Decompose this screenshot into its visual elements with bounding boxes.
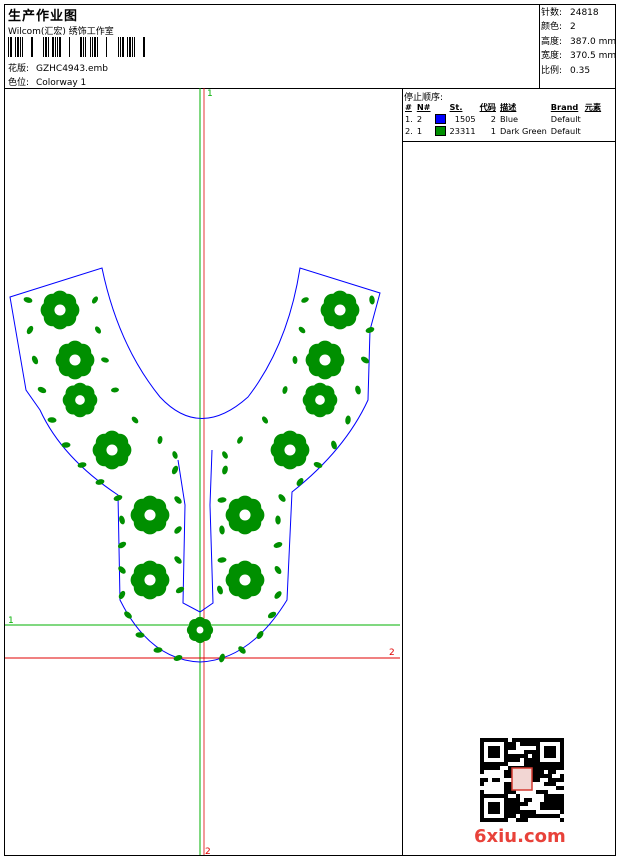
stat-height: 高度: 387.0 mm	[541, 36, 617, 47]
stats-panel: 针数: 24818 颜色: 2 高度: 387.0 mm 宽度: 370.5 mm 比例…	[541, 6, 616, 78]
qr-code-icon	[478, 738, 566, 822]
design-file-row: 花版: GZHC4943.emb	[8, 61, 108, 74]
colorway-row: 色位: Colorway 1	[8, 75, 86, 88]
color-swatch-green	[434, 126, 446, 137]
col-brand: Brand	[550, 102, 579, 112]
axis-label-right: 2	[389, 648, 395, 658]
table-row: 2. 1 23311 1 Dark Green Default	[405, 126, 581, 137]
color-table: # N# St. 代码 描述 Brand 元素 1. 2 1505 2 Blue De…	[403, 101, 603, 137]
stat-width: 宽度: 370.5 mm	[541, 51, 617, 62]
stat-colors: 颜色: 2	[541, 22, 576, 33]
col-description: 描述	[499, 102, 517, 112]
colorway: Colorway 1	[36, 78, 87, 88]
barcode	[8, 37, 145, 57]
embroidery-design	[5, 88, 400, 855]
page-title: 生产作业图	[8, 9, 79, 24]
table-divider	[402, 141, 616, 142]
table-header: # N# St. 代码 描述 Brand 元素	[403, 101, 603, 113]
axis-label-left: 1	[8, 616, 14, 626]
axis-label-bottom: 2	[205, 847, 211, 857]
table-row: 1. 2 1505 2 Blue Default	[405, 114, 581, 125]
design-file-label: 花版:	[8, 64, 30, 74]
colorway-label: 色位:	[8, 78, 30, 88]
col-needle: N#	[416, 102, 431, 112]
watermark-text: 6xiu.com	[474, 826, 566, 847]
col-element: 元素	[584, 102, 602, 112]
col-code: 代码	[479, 102, 496, 112]
col-swatch	[433, 101, 448, 113]
stat-stitches: 针数: 24818	[541, 8, 599, 18]
studio-name: Wilcom(汇宏) 绣饰工作室	[8, 27, 114, 37]
embroidery-fill	[23, 290, 375, 663]
stat-scale: 比例: 0.35	[541, 65, 591, 76]
col-index: #	[405, 102, 412, 112]
color-swatch-blue	[434, 114, 446, 125]
col-stitches: St.	[449, 102, 463, 112]
axis-label-top: 1	[207, 89, 213, 99]
stats-divider	[539, 4, 540, 88]
design-file: GZHC4943.emb	[36, 64, 108, 74]
